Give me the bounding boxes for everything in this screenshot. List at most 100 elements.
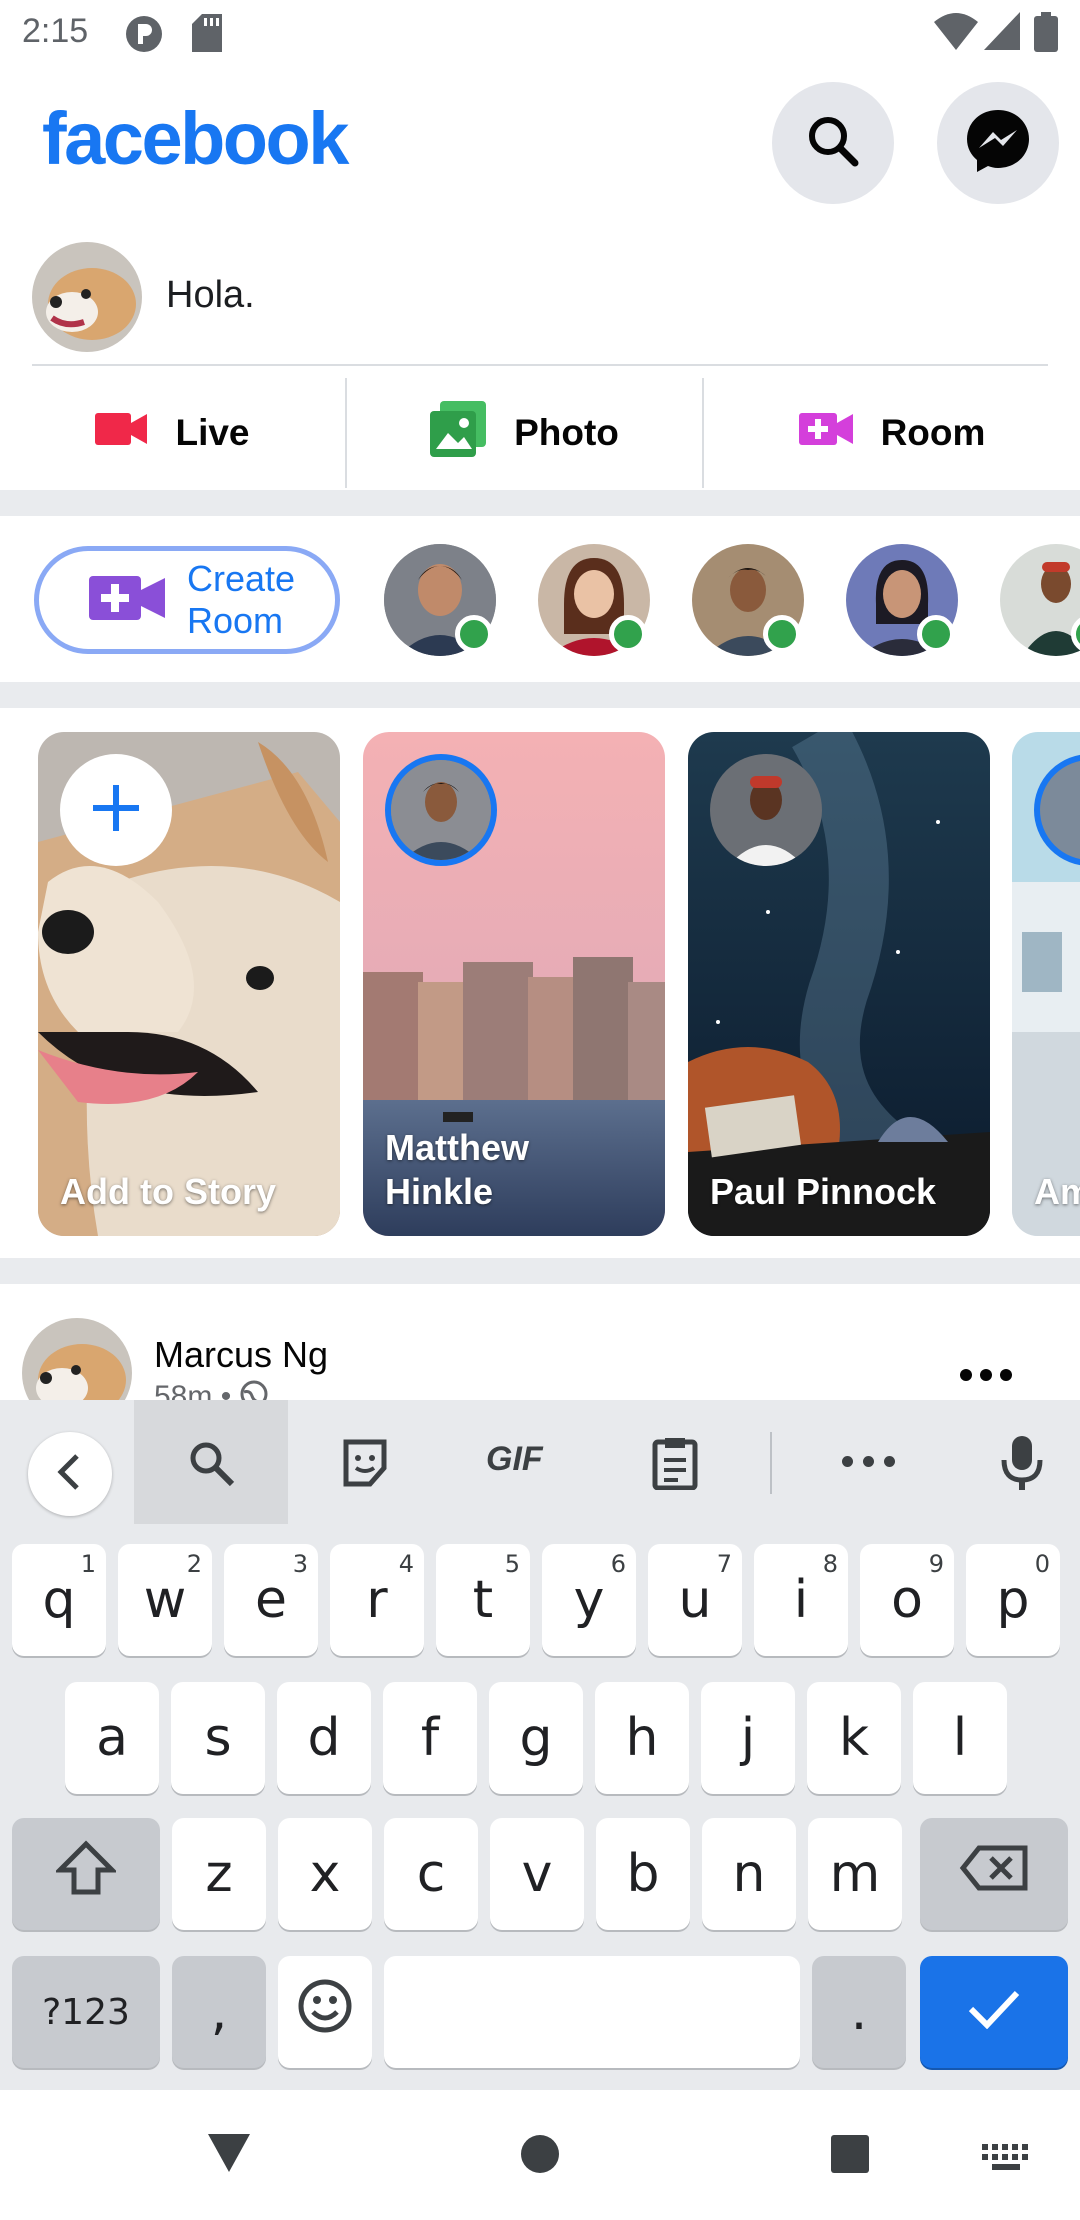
online-indicator xyxy=(917,615,955,653)
recents-nav-button[interactable] xyxy=(830,2134,870,2179)
keyboard-back-button[interactable] xyxy=(28,1432,112,1516)
story-card[interactable]: Matthew Hinkle xyxy=(363,732,665,1236)
post-author-name[interactable]: Marcus Ng xyxy=(154,1334,328,1376)
composer-input[interactable]: Hola. xyxy=(166,274,255,317)
messenger-icon xyxy=(963,106,1033,181)
key-a[interactable]: a xyxy=(65,1682,159,1794)
back-nav-button[interactable] xyxy=(206,2132,252,2179)
checkmark-icon xyxy=(967,1982,1021,2042)
story-card[interactable]: Paul Pinnock xyxy=(688,732,990,1236)
clipboard-button[interactable] xyxy=(652,1436,698,1495)
key-label: y xyxy=(573,1570,605,1630)
key-w[interactable]: w2 xyxy=(118,1544,212,1656)
enter-key[interactable] xyxy=(920,1956,1068,2068)
backspace-icon xyxy=(959,1844,1029,1905)
add-story-button[interactable] xyxy=(60,754,172,866)
shift-key[interactable] xyxy=(12,1818,160,1930)
key-y[interactable]: y6 xyxy=(542,1544,636,1656)
microphone-icon xyxy=(1000,1436,1044,1496)
triangle-down-icon xyxy=(206,2134,252,2178)
facebook-logo[interactable]: facebook xyxy=(42,96,349,181)
backspace-key[interactable] xyxy=(920,1818,1068,1930)
story-author-avatar xyxy=(385,754,497,866)
keyboard-search-button[interactable] xyxy=(134,1400,288,1524)
post-more-button[interactable] xyxy=(960,1360,1020,1390)
online-indicator xyxy=(609,615,647,653)
key-label: i xyxy=(793,1570,809,1630)
live-button[interactable]: Live xyxy=(0,378,345,488)
key-z[interactable]: z xyxy=(172,1818,266,1930)
emoji-key[interactable] xyxy=(278,1956,372,2068)
home-nav-button[interactable] xyxy=(520,2134,560,2179)
profile-avatar[interactable] xyxy=(32,242,142,352)
key-k[interactable]: k xyxy=(807,1682,901,1794)
story-name: Paul Pinnock xyxy=(710,1171,937,1212)
create-room-label: Create Room xyxy=(187,558,295,642)
story-name: Matthew Hinkle xyxy=(385,1126,529,1214)
sd-card-icon xyxy=(192,14,224,57)
symbols-key[interactable]: ?123 xyxy=(12,1956,160,2068)
create-room-line2: Room xyxy=(187,600,284,641)
search-icon xyxy=(803,111,863,176)
room-video-icon xyxy=(89,574,165,627)
gif-button[interactable]: GIF xyxy=(486,1440,543,1479)
key-h[interactable]: h xyxy=(595,1682,689,1794)
key-t[interactable]: t5 xyxy=(436,1544,530,1656)
key-r[interactable]: r4 xyxy=(330,1544,424,1656)
period-key[interactable]: . xyxy=(812,1956,906,2068)
add-story-card[interactable]: Add to Story xyxy=(38,732,340,1236)
more-options-button[interactable] xyxy=(842,1456,895,1467)
photo-icon xyxy=(430,400,487,466)
key-o[interactable]: o9 xyxy=(860,1544,954,1656)
key-b[interactable]: b xyxy=(596,1818,690,1930)
key-x[interactable]: x xyxy=(278,1818,372,1930)
signal-icon xyxy=(984,12,1020,55)
key-s[interactable]: s xyxy=(171,1682,265,1794)
key-j[interactable]: j xyxy=(701,1682,795,1794)
key-m[interactable]: m xyxy=(808,1818,902,1930)
circle-icon xyxy=(520,2135,560,2178)
status-time: 2:15 xyxy=(22,12,89,50)
key-v[interactable]: v xyxy=(490,1818,584,1930)
create-room-button[interactable]: Create Room xyxy=(34,546,340,654)
key-hint: 2 xyxy=(186,1550,202,1578)
voice-input-button[interactable] xyxy=(1000,1434,1044,1497)
emoji-icon xyxy=(297,1978,353,2047)
key-i[interactable]: i8 xyxy=(754,1544,848,1656)
story-name: Add to Story xyxy=(60,1171,276,1212)
comma-key[interactable]: , xyxy=(172,1956,266,2068)
key-e[interactable]: e3 xyxy=(224,1544,318,1656)
key-q[interactable]: q1 xyxy=(12,1544,106,1656)
key-c[interactable]: c xyxy=(384,1818,478,1930)
clipboard-icon xyxy=(652,1438,698,1494)
photo-button[interactable]: Photo xyxy=(347,378,702,488)
key-l[interactable]: l xyxy=(913,1682,1007,1794)
room-contact-avatar[interactable] xyxy=(1000,544,1080,656)
story-card[interactable]: Am xyxy=(1012,732,1080,1236)
key-hint: 4 xyxy=(398,1550,414,1578)
key-label: u xyxy=(678,1570,712,1630)
section-separator xyxy=(0,682,1080,708)
plus-icon xyxy=(91,783,141,838)
sticker-button[interactable] xyxy=(340,1438,390,1493)
status-bar: 2:15 xyxy=(0,0,1080,66)
search-button[interactable] xyxy=(772,82,894,204)
section-separator xyxy=(0,1258,1080,1284)
key-g[interactable]: g xyxy=(489,1682,583,1794)
room-label: Room xyxy=(880,412,986,453)
key-f[interactable]: f xyxy=(383,1682,477,1794)
key-u[interactable]: u7 xyxy=(648,1544,742,1656)
section-separator xyxy=(0,490,1080,516)
messenger-button[interactable] xyxy=(937,82,1059,204)
key-n[interactable]: n xyxy=(702,1818,796,1930)
live-video-icon xyxy=(95,411,148,456)
room-button[interactable]: Room xyxy=(704,378,1080,488)
key-d[interactable]: d xyxy=(277,1682,371,1794)
key-p[interactable]: p0 xyxy=(966,1544,1060,1656)
room-video-icon xyxy=(798,411,853,456)
key-label: o xyxy=(891,1570,923,1630)
live-label: Live xyxy=(175,412,250,453)
space-key[interactable] xyxy=(384,1956,800,2068)
keyboard-switch-button[interactable] xyxy=(982,2144,1030,2177)
shift-icon xyxy=(53,1839,119,1909)
